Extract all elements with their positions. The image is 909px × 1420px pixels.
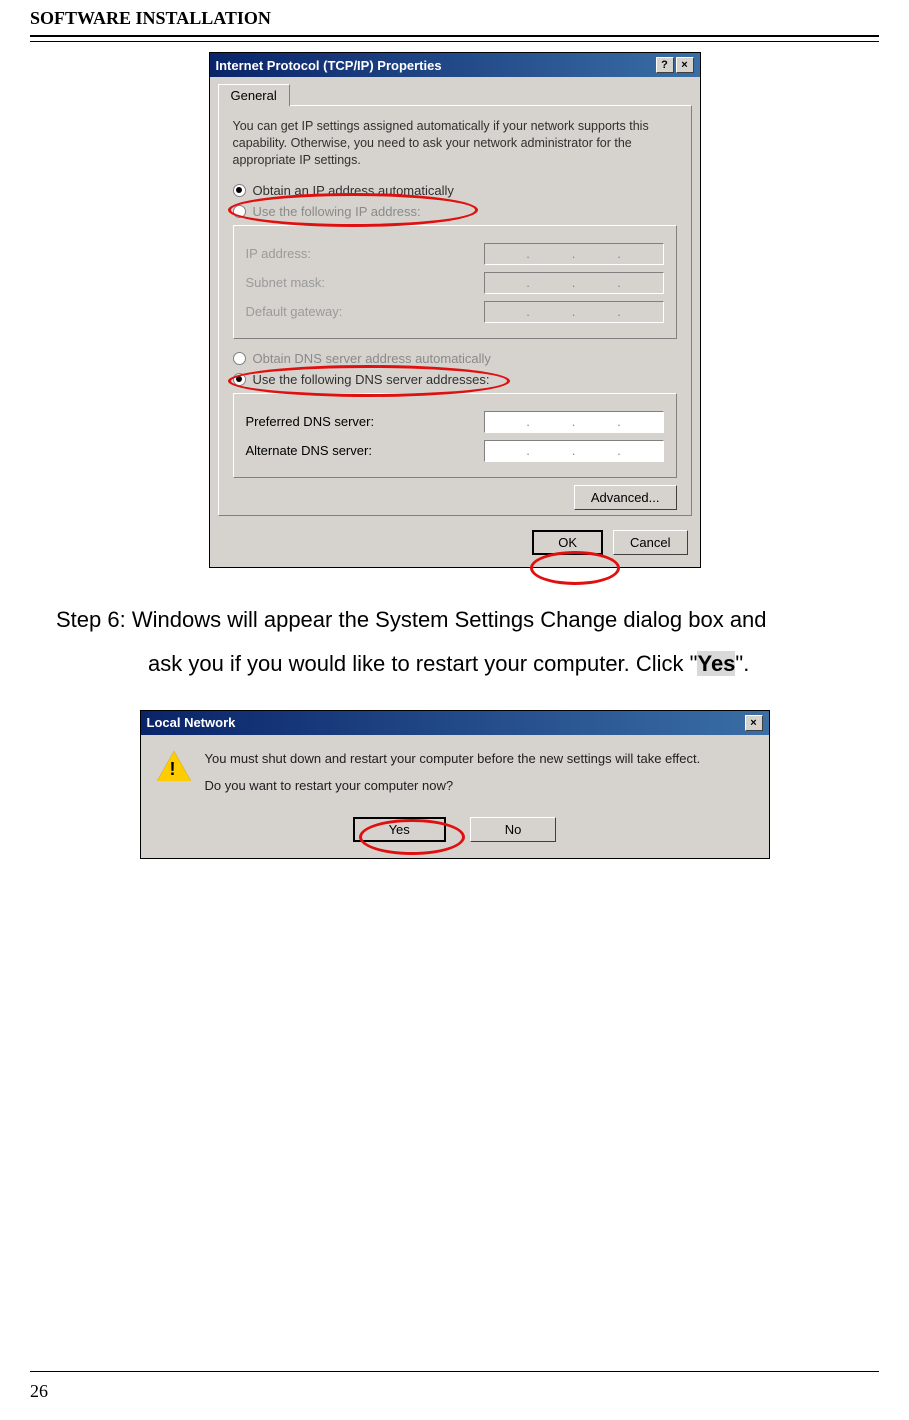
dialog-button-row: OK Cancel bbox=[210, 524, 700, 567]
tab-strip: General bbox=[210, 77, 700, 105]
header-rule-thin bbox=[30, 41, 879, 42]
figure-2-wrap: Local Network × You must shut down and r… bbox=[0, 710, 909, 859]
dialog-title: Local Network bbox=[147, 715, 236, 730]
row-ip-address: IP address: ... bbox=[246, 243, 664, 265]
page-number: 26 bbox=[30, 1381, 48, 1402]
label-pref-dns: Preferred DNS server: bbox=[246, 414, 375, 429]
dialog-title: Internet Protocol (TCP/IP) Properties bbox=[216, 58, 442, 73]
advanced-button[interactable]: Advanced... bbox=[574, 485, 677, 510]
radio-icon bbox=[233, 352, 246, 365]
message-line-2: Do you want to restart your computer now… bbox=[205, 778, 701, 793]
local-network-dialog: Local Network × You must shut down and r… bbox=[140, 710, 770, 859]
no-button[interactable]: No bbox=[470, 817, 557, 842]
radio-use-ip[interactable]: Use the following IP address: bbox=[233, 204, 677, 219]
input-ip-address[interactable]: ... bbox=[484, 243, 664, 265]
close-icon[interactable]: × bbox=[745, 715, 763, 731]
titlebar: Local Network × bbox=[141, 711, 769, 735]
label-ip-address: IP address: bbox=[246, 246, 312, 261]
label-alt-dns: Alternate DNS server: bbox=[246, 443, 372, 458]
message-line-1: You must shut down and restart your comp… bbox=[205, 751, 701, 766]
yes-button[interactable]: Yes bbox=[353, 817, 446, 842]
step-6-line2-post: ". bbox=[735, 651, 749, 676]
radio-obtain-dns[interactable]: Obtain DNS server address automatically bbox=[233, 351, 677, 366]
message-body: You must shut down and restart your comp… bbox=[141, 735, 769, 811]
radio-icon bbox=[233, 205, 246, 218]
radio-label: Use the following IP address: bbox=[253, 204, 421, 219]
close-icon[interactable]: × bbox=[676, 57, 694, 73]
radio-label: Obtain an IP address automatically bbox=[253, 183, 454, 198]
ok-button[interactable]: OK bbox=[532, 530, 603, 555]
input-pref-dns[interactable]: ... bbox=[484, 411, 664, 433]
radio-icon bbox=[233, 184, 246, 197]
general-panel: You can get IP settings assigned automat… bbox=[218, 105, 692, 516]
page-header: SOFTWARE INSTALLATION bbox=[0, 0, 909, 29]
warning-icon bbox=[157, 751, 191, 785]
radio-label: Obtain DNS server address automatically bbox=[253, 351, 491, 366]
row-alt-dns: Alternate DNS server: ... bbox=[246, 440, 664, 462]
row-pref-dns: Preferred DNS server: ... bbox=[246, 411, 664, 433]
input-subnet[interactable]: ... bbox=[484, 272, 664, 294]
titlebar: Internet Protocol (TCP/IP) Properties ? … bbox=[210, 53, 700, 77]
step-6-line2-pre: ask you if you would like to restart you… bbox=[148, 651, 697, 676]
panel-description: You can get IP settings assigned automat… bbox=[233, 118, 677, 169]
step-6-text: Step 6: Windows will appear the System S… bbox=[56, 598, 853, 686]
tab-general[interactable]: General bbox=[218, 84, 290, 106]
figure-1-wrap: Internet Protocol (TCP/IP) Properties ? … bbox=[0, 52, 909, 568]
header-rule-thick bbox=[30, 35, 879, 37]
radio-icon bbox=[233, 373, 246, 386]
input-alt-dns[interactable]: ... bbox=[484, 440, 664, 462]
label-gateway: Default gateway: bbox=[246, 304, 343, 319]
tcpip-properties-dialog: Internet Protocol (TCP/IP) Properties ? … bbox=[209, 52, 701, 568]
step-6-yes: Yes bbox=[697, 651, 735, 676]
dialog-button-row: Yes No bbox=[141, 811, 769, 858]
help-icon[interactable]: ? bbox=[656, 57, 674, 73]
message-text: You must shut down and restart your comp… bbox=[205, 751, 701, 805]
radio-use-dns[interactable]: Use the following DNS server addresses: bbox=[233, 372, 677, 387]
radio-label: Use the following DNS server addresses: bbox=[253, 372, 490, 387]
row-subnet: Subnet mask: ... bbox=[246, 272, 664, 294]
input-gateway[interactable]: ... bbox=[484, 301, 664, 323]
ip-group: IP address: ... Subnet mask: ... Default… bbox=[233, 225, 677, 339]
cancel-button[interactable]: Cancel bbox=[613, 530, 687, 555]
radio-obtain-ip[interactable]: Obtain an IP address automatically bbox=[233, 183, 677, 198]
row-gateway: Default gateway: ... bbox=[246, 301, 664, 323]
step-6-line1: Step 6: Windows will appear the System S… bbox=[56, 607, 767, 632]
dns-group: Preferred DNS server: ... Alternate DNS … bbox=[233, 393, 677, 478]
advanced-row: Advanced... bbox=[233, 490, 677, 505]
label-subnet: Subnet mask: bbox=[246, 275, 326, 290]
footer-rule bbox=[30, 1371, 879, 1372]
